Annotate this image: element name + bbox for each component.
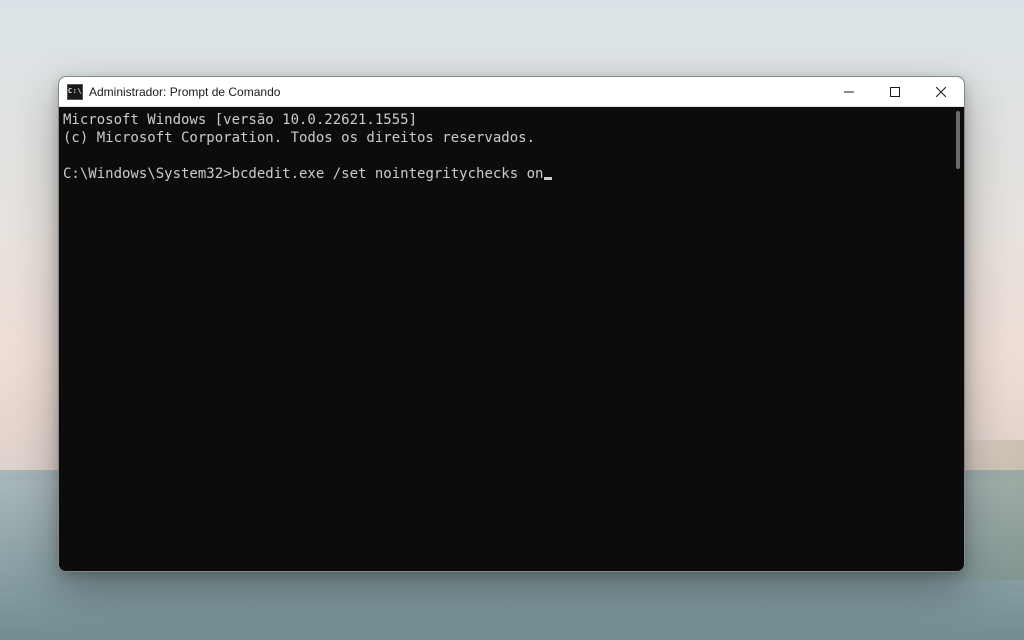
terminal-line: (c) Microsoft Corporation. Todos os dire…: [63, 130, 535, 146]
terminal-viewport[interactable]: Microsoft Windows [versão 10.0.22621.155…: [59, 107, 964, 571]
terminal-prompt-path: C:\Windows\System32>: [63, 166, 232, 182]
window-title: Administrador: Prompt de Comando: [89, 85, 280, 99]
minimize-icon: [844, 87, 854, 97]
window-titlebar[interactable]: C:\ Administrador: Prompt de Comando: [59, 77, 964, 107]
terminal-command: bcdedit.exe /set nointegritychecks on: [232, 166, 544, 182]
maximize-icon: [890, 87, 900, 97]
scrollbar-thumb[interactable]: [956, 111, 960, 169]
close-icon: [936, 87, 946, 97]
desktop-wallpaper: C:\ Administrador: Prompt de Comando: [0, 0, 1024, 640]
window-app-icon: C:\: [67, 84, 83, 100]
close-button[interactable]: [918, 77, 964, 107]
terminal-cursor: [544, 177, 552, 180]
terminal-line: Microsoft Windows [versão 10.0.22621.155…: [63, 112, 417, 128]
terminal-output: Microsoft Windows [versão 10.0.22621.155…: [63, 111, 964, 183]
cmd-icon-label: C:\: [68, 88, 82, 95]
command-prompt-window: C:\ Administrador: Prompt de Comando: [58, 76, 965, 572]
maximize-button[interactable]: [872, 77, 918, 107]
minimize-button[interactable]: [826, 77, 872, 107]
